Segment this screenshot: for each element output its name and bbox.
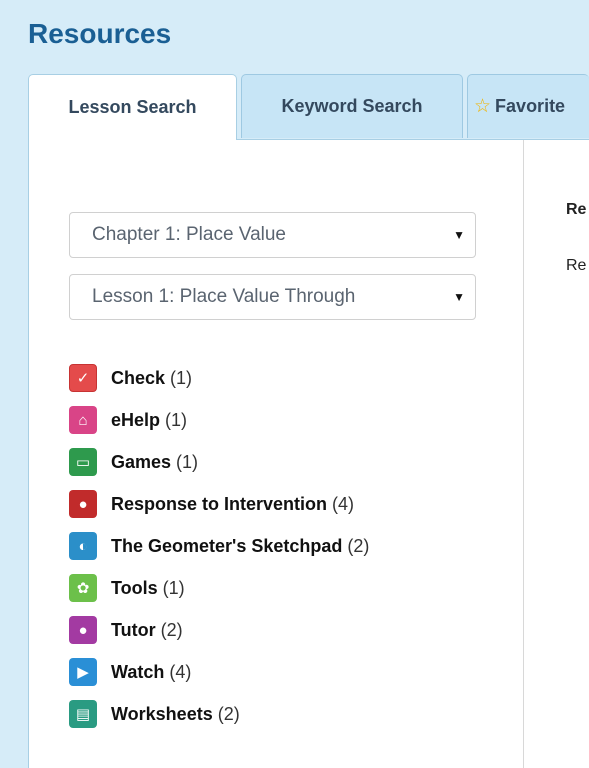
- caret-down-icon: ▼: [453, 290, 465, 304]
- lesson-select-value: Lesson 1: Place Value Through: [92, 286, 356, 307]
- resource-list: ✓ Check (1) ⌂ eHelp (1) ▭ Games (1) ● Re…: [69, 357, 369, 735]
- resource-item-check[interactable]: ✓ Check (1): [69, 357, 369, 399]
- resource-label: Worksheets: [111, 703, 213, 724]
- caret-down-icon: ▼: [453, 228, 465, 242]
- resource-count: (4): [169, 661, 192, 682]
- resource-count: (1): [165, 409, 188, 430]
- resource-item-tutor[interactable]: ● Tutor (2): [69, 609, 369, 651]
- resource-count: (1): [162, 577, 185, 598]
- resource-count: (2): [160, 619, 183, 640]
- resource-item-watch[interactable]: ▶ Watch (4): [69, 651, 369, 693]
- resource-item-games[interactable]: ▭ Games (1): [69, 441, 369, 483]
- resource-label: Check: [111, 367, 166, 388]
- results-text: Re: [566, 257, 587, 274]
- sketchpad-icon: ◐: [69, 532, 97, 560]
- tab-label: Favorite: [495, 96, 566, 116]
- resource-label: Watch: [111, 661, 165, 682]
- resource-label: Response to Intervention: [111, 493, 328, 514]
- results-heading: Re: [566, 201, 587, 218]
- tab-lesson-search[interactable]: Lesson Search: [28, 74, 237, 140]
- star-icon: ☆: [474, 96, 492, 117]
- resource-count: (4): [332, 493, 355, 514]
- resource-label: Tutor: [111, 619, 156, 640]
- resource-count: (1): [170, 367, 193, 388]
- tab-bar: Lesson Search Keyword Search ☆ Favorite: [28, 74, 589, 140]
- tab-keyword-search[interactable]: Keyword Search: [241, 74, 463, 138]
- ehelp-icon: ⌂: [69, 406, 97, 434]
- tools-icon: ✿: [69, 574, 97, 602]
- resource-label: Tools: [111, 577, 158, 598]
- resource-count: (2): [347, 535, 370, 556]
- resource-label: eHelp: [111, 409, 161, 430]
- resource-item-sketchpad[interactable]: ◐ The Geometer's Sketchpad (2): [69, 525, 369, 567]
- resource-item-tools[interactable]: ✿ Tools (1): [69, 567, 369, 609]
- tab-favorites[interactable]: ☆ Favorite: [467, 74, 589, 138]
- resource-count: (2): [217, 703, 240, 724]
- panel-divider: [523, 140, 524, 768]
- tutor-icon: ●: [69, 616, 97, 644]
- page-title: Resources: [28, 18, 172, 49]
- resource-item-worksheets[interactable]: ▤ Worksheets (2): [69, 693, 369, 735]
- resource-item-ehelp[interactable]: ⌂ eHelp (1): [69, 399, 369, 441]
- tab-label: Lesson Search: [68, 97, 197, 117]
- games-icon: ▭: [69, 448, 97, 476]
- rti-icon: ●: [69, 490, 97, 518]
- resource-item-rti[interactable]: ● Response to Intervention (4): [69, 483, 369, 525]
- resource-label: The Geometer's Sketchpad: [111, 535, 343, 556]
- check-icon: ✓: [69, 364, 97, 392]
- resource-label: Games: [111, 451, 172, 472]
- worksheets-icon: ▤: [69, 700, 97, 728]
- resource-count: (1): [176, 451, 199, 472]
- lesson-select[interactable]: Lesson 1: Place Value Through ▼: [69, 274, 476, 320]
- watch-icon: ▶: [69, 658, 97, 686]
- tab-label: Keyword Search: [281, 96, 423, 116]
- chapter-select[interactable]: Chapter 1: Place Value ▼: [69, 212, 476, 258]
- chapter-select-value: Chapter 1: Place Value: [92, 224, 286, 245]
